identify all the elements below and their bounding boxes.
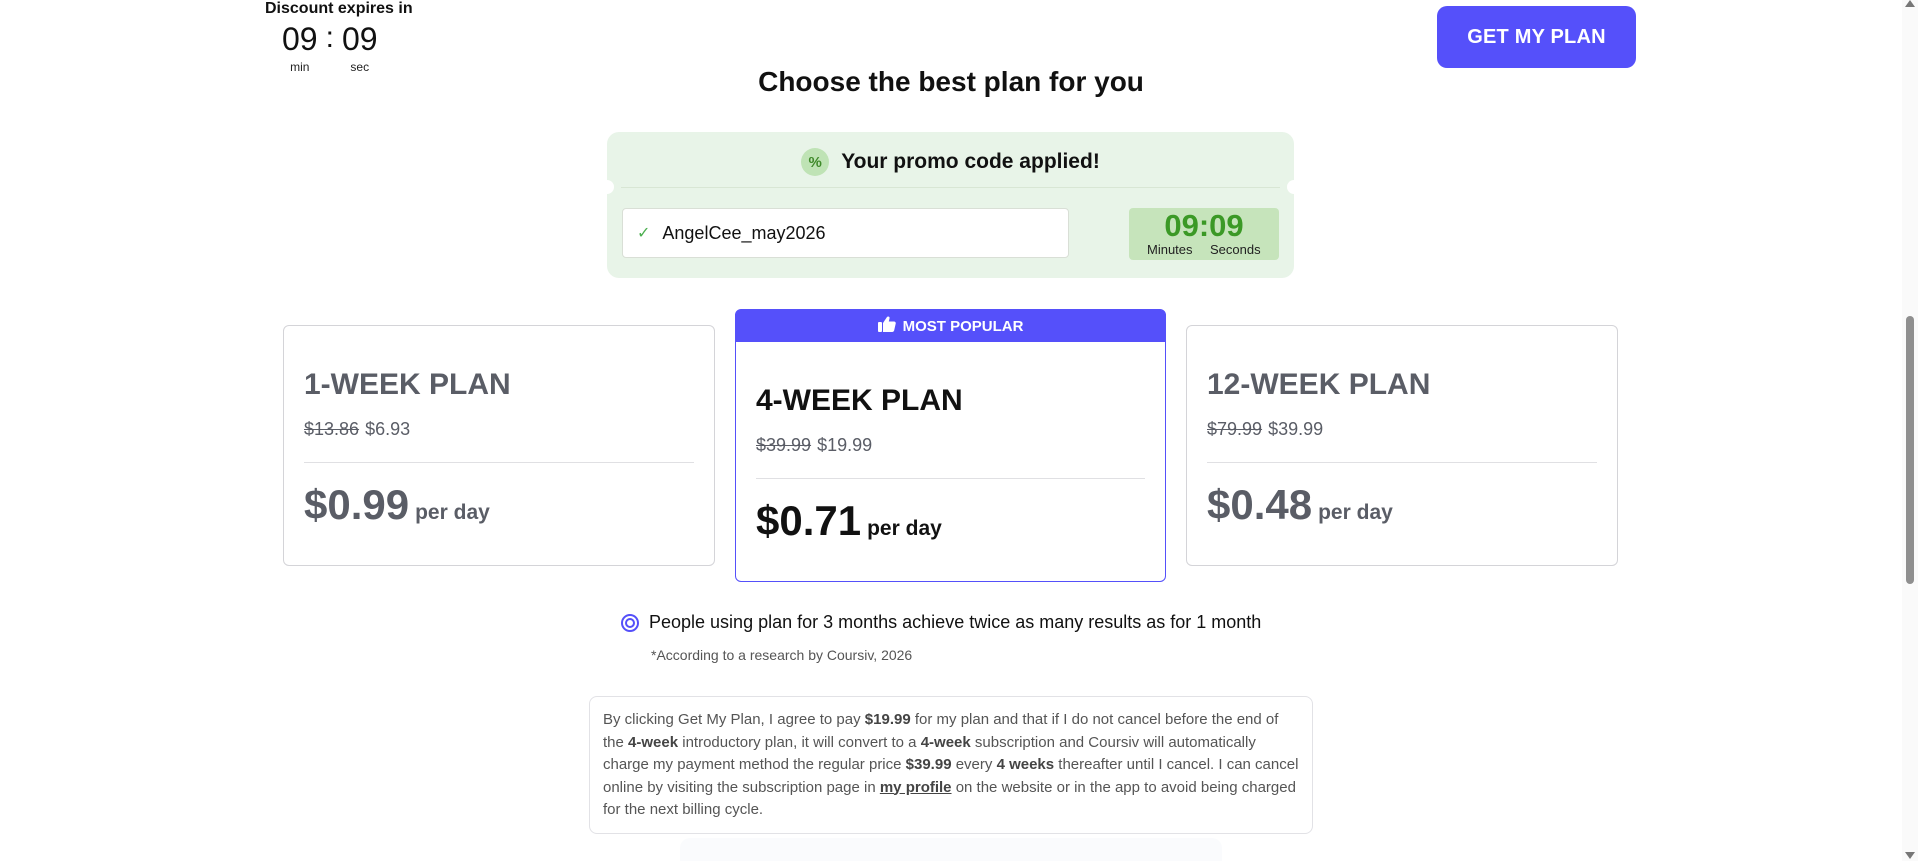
ticket-notch-right xyxy=(1287,180,1301,194)
timer-seconds: 09 xyxy=(341,21,378,57)
plan-card-12-week[interactable]: 12-WEEK PLAN $79.99 $39.99 $0.48 per day xyxy=(1186,325,1618,566)
scroll-down-arrow-icon[interactable] xyxy=(1905,852,1915,859)
plan-per-day-amount: $0.48 xyxy=(1207,481,1313,528)
promo-box: % Your promo code applied! ✓ AngelCee_ma… xyxy=(600,132,1301,278)
page-title-text: Choose the best plan for you xyxy=(758,66,1144,97)
plan-per-day-label: per day xyxy=(867,517,942,540)
plan-per-day: $0.71 per day xyxy=(756,497,942,545)
plan-per-day-amount: $0.71 xyxy=(756,497,862,544)
terms-text: By clicking Get My Plan, I agree to pay xyxy=(603,711,865,728)
thumbs-up-icon xyxy=(877,316,896,336)
plan-card-4-week[interactable]: MOST POPULAR 4-WEEK PLAN $39.99 $19.99 $0… xyxy=(735,309,1166,582)
timer-minutes: 09 xyxy=(282,21,318,57)
plan-prices: $13.86 $6.93 xyxy=(304,419,410,440)
plan-prices: $79.99 $39.99 xyxy=(1207,419,1323,440)
plan-divider xyxy=(1207,462,1597,463)
plan-price: $19.99 xyxy=(817,435,873,455)
page-title: Choose the best plan for you xyxy=(0,62,1902,98)
plan-old-price: $13.86 xyxy=(304,419,360,439)
plan-per-day: $0.48 per day xyxy=(1207,481,1393,529)
promo-title: Your promo code applied! xyxy=(841,150,1100,173)
results-info: People using plan for 3 months achieve t… xyxy=(621,612,1261,633)
most-popular-badge: MOST POPULAR xyxy=(736,310,1165,342)
terms-bold: 4-week xyxy=(920,733,971,751)
plan-per-day: $0.99 per day xyxy=(304,481,490,529)
next-section-peek xyxy=(680,838,1222,861)
promo-seconds-label: Seconds xyxy=(1210,242,1261,257)
scrollbar-thumb[interactable] xyxy=(1906,316,1914,584)
target-icon xyxy=(621,613,639,632)
check-icon: ✓ xyxy=(637,225,651,242)
plan-per-day-label: per day xyxy=(1318,501,1393,524)
terms-bold: 4-week xyxy=(628,733,679,751)
promo-minutes-label: Minutes xyxy=(1147,242,1193,257)
terms-box: By clicking Get My Plan, I agree to pay … xyxy=(589,696,1313,834)
plan-divider xyxy=(304,462,694,463)
promo-timer-value: 09:09 xyxy=(1164,208,1244,243)
plan-prices: $39.99 $19.99 xyxy=(756,435,872,456)
promo-code-field[interactable]: ✓ AngelCee_may2026 xyxy=(622,208,1069,258)
plan-name: 1-WEEK PLAN xyxy=(304,368,511,401)
plan-price: $6.93 xyxy=(365,419,411,439)
most-popular-label: MOST POPULAR xyxy=(902,317,1024,335)
terms-bold: $19.99 xyxy=(864,711,911,728)
terms-bold: $39.99 xyxy=(905,756,952,773)
plan-old-price: $79.99 xyxy=(1207,419,1263,439)
terms-text: every xyxy=(951,756,997,773)
get-my-plan-button[interactable]: GET MY PLAN xyxy=(1437,6,1636,68)
ticket-notch-left xyxy=(600,180,614,194)
timer-separator: : xyxy=(325,21,334,54)
results-info-text: People using plan for 3 months achieve t… xyxy=(649,612,1262,632)
terms-bold: 4 weeks xyxy=(996,756,1055,773)
plan-per-day-label: per day xyxy=(415,501,490,524)
plan-card-1-week[interactable]: 1-WEEK PLAN $13.86 $6.93 $0.99 per day xyxy=(283,325,715,566)
research-note: *According to a research by Coursiv, 202… xyxy=(651,647,913,663)
plan-divider xyxy=(756,478,1145,479)
plan-per-day-amount: $0.99 xyxy=(304,481,410,528)
plan-name: 12-WEEK PLAN xyxy=(1207,368,1431,401)
promo-header: % Your promo code applied! xyxy=(607,144,1294,180)
promo-timer: 09:09 Minutes Seconds xyxy=(1129,208,1279,260)
plan-name: 4-WEEK PLAN xyxy=(756,384,963,417)
discount-label: Discount expires in xyxy=(265,0,413,17)
plan-old-price: $39.99 xyxy=(756,435,812,455)
my-profile-link[interactable]: my profile xyxy=(880,779,952,796)
plan-price: $39.99 xyxy=(1268,419,1324,439)
terms-text: introductory plan, it will convert to a xyxy=(678,733,921,751)
percent-icon: % xyxy=(801,148,830,176)
scroll-up-arrow-icon[interactable] xyxy=(1905,0,1915,7)
promo-code-value: AngelCee_may2026 xyxy=(662,222,826,243)
promo-divider xyxy=(621,187,1280,188)
